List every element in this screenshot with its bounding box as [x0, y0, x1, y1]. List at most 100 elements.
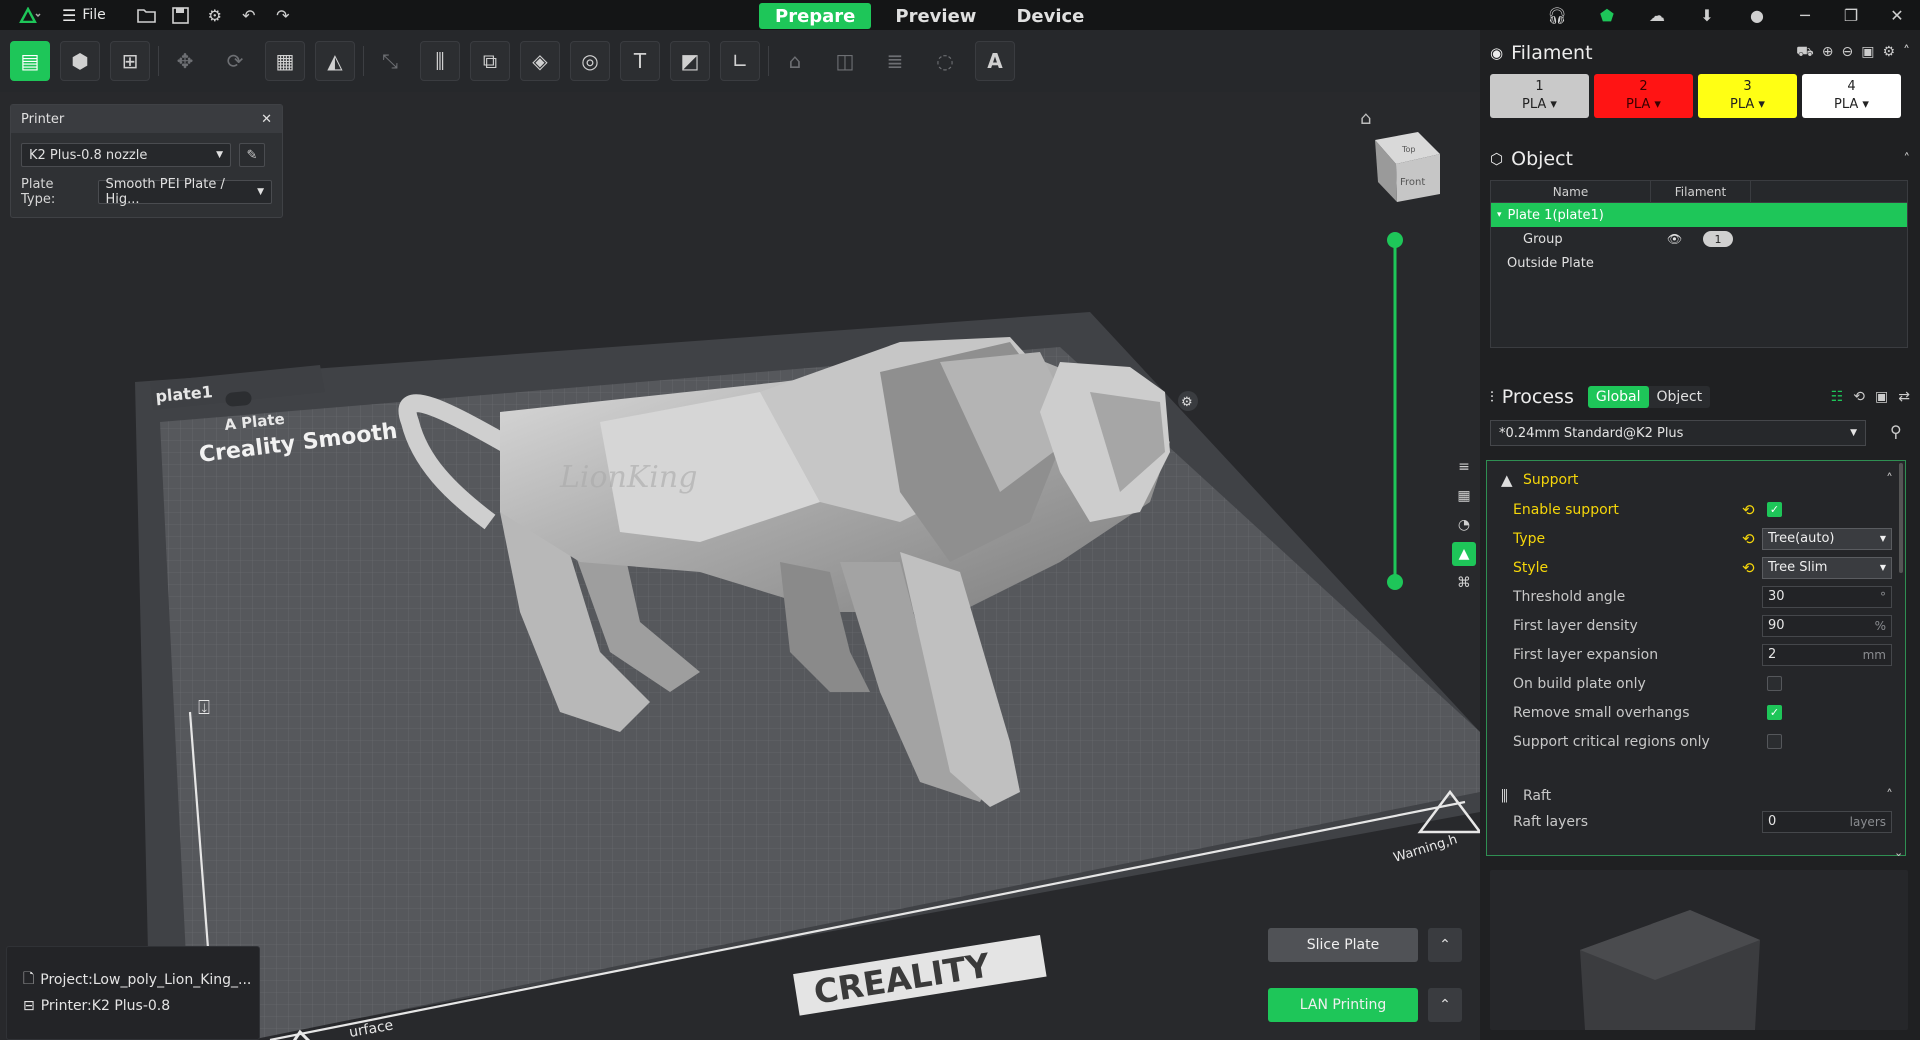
raft-layers-input[interactable]: 0 layers — [1762, 810, 1892, 833]
measure-icon[interactable]: ∟ — [720, 41, 760, 81]
tab-prepare[interactable]: Prepare — [759, 3, 872, 29]
view-cube[interactable]: Top Front — [1375, 132, 1440, 202]
boolean-icon[interactable]: ◫ — [825, 41, 865, 81]
setting-checkbox[interactable]: ✓ — [1767, 502, 1782, 517]
tab-global[interactable]: Global — [1587, 386, 1649, 408]
advanced-toggle-icon[interactable]: ☷ — [1831, 389, 1844, 405]
share-preset-icon[interactable]: ⇄ — [1898, 389, 1910, 405]
tab-device[interactable]: Device — [1000, 3, 1100, 29]
layers-icon[interactable]: ≡ — [1452, 455, 1476, 479]
tab-preview[interactable]: Preview — [879, 3, 992, 29]
print-options-chevron-icon[interactable]: ⌃ — [1428, 988, 1462, 1022]
restore-window-icon[interactable]: ❐ — [1828, 2, 1874, 28]
scale-icon[interactable]: ⤡ — [370, 41, 410, 81]
layer-slider-top-handle[interactable] — [1387, 232, 1403, 248]
file-menu-button[interactable]: ☰ File — [54, 2, 114, 28]
color-paint-icon[interactable]: ◌ — [925, 41, 965, 81]
headset-support-icon[interactable]: 🎧︎ — [1532, 2, 1582, 28]
lay-on-face-icon[interactable]: ◭ — [315, 41, 355, 81]
collapse-icon[interactable]: ˄ — [1903, 44, 1910, 62]
mirror-icon[interactable]: ⫼ — [420, 41, 460, 81]
undo-icon[interactable]: ↶ — [234, 2, 264, 28]
open-folder-icon[interactable] — [132, 2, 162, 28]
visibility-eye-icon[interactable]: 👁︎ — [1667, 232, 1682, 246]
filament-settings-icon[interactable]: ⚙ — [1882, 44, 1895, 62]
printer-select[interactable]: K2 Plus-0.8 nozzle ▼ — [21, 143, 231, 167]
plate-type-select[interactable]: Smooth PEI Plate / Hig... ▼ — [97, 177, 272, 207]
remove-filament-icon[interactable]: ⊖ — [1841, 44, 1853, 62]
setting-select[interactable]: Tree Slim ▼ — [1762, 556, 1892, 579]
edit-printer-button[interactable]: ✎ — [239, 143, 265, 167]
tab-object[interactable]: Object — [1649, 386, 1711, 408]
expand-arrow-icon[interactable]: ▾ — [1497, 210, 1502, 220]
setting-input[interactable]: 30 ° — [1762, 585, 1892, 608]
setting-select[interactable]: Tree(auto) ▼ — [1762, 527, 1892, 550]
column-filament-header[interactable]: Filament — [1651, 181, 1751, 202]
object-row-plate[interactable]: ▾ Plate 1(plate1) — [1491, 203, 1907, 227]
filament-slot-4[interactable]: 4 PLA ▾ — [1802, 74, 1901, 118]
column-name-header[interactable]: Name — [1491, 181, 1651, 202]
process-preset-select[interactable]: *0.24mm Standard@K2 Plus ▼ — [1490, 420, 1866, 446]
support-group-header[interactable]: ▲ Support ˄ — [1487, 465, 1905, 495]
setting-input[interactable]: 2 mm — [1762, 643, 1892, 666]
object-row-group[interactable]: Group 👁︎ 1 — [1491, 227, 1907, 251]
grid-view-icon[interactable]: ▦ — [1452, 484, 1476, 508]
preview-collapse-icon[interactable]: ⌄ — [1894, 846, 1903, 859]
filament-slot-1[interactable]: 1 PLA ▾ — [1490, 74, 1589, 118]
setting-checkbox[interactable]: ✓ — [1767, 705, 1782, 720]
hollow-icon[interactable]: ◎ — [570, 41, 610, 81]
settings-gear-icon[interactable]: ⚙ — [200, 2, 230, 28]
save-preset-icon[interactable]: ▣ — [1875, 389, 1888, 405]
3d-viewport[interactable]: plate1 A Plate Creality Smooth CREALITY … — [0, 92, 1480, 1040]
compare-icon[interactable]: ⟲ — [1853, 389, 1865, 405]
download-icon[interactable]: ⬇ — [1682, 2, 1732, 28]
setting-input[interactable]: 90% — [1762, 614, 1892, 637]
add-part-icon[interactable]: ⊞ — [110, 41, 150, 81]
support-paint-icon[interactable]: ◩ — [670, 41, 710, 81]
filament-slot-3[interactable]: 3 PLA ▾ — [1698, 74, 1797, 118]
support-view-icon[interactable]: ▲ — [1452, 542, 1476, 566]
arrange-icon[interactable]: ▦ — [265, 41, 305, 81]
redo-icon[interactable]: ↷ — [268, 2, 298, 28]
filament-sync-icon[interactable]: ⛟ — [1796, 44, 1814, 62]
add-plate-icon[interactable]: ▤ — [10, 41, 50, 81]
shield-icon[interactable]: ⬟ — [1582, 2, 1632, 28]
user-account-icon[interactable]: ● — [1732, 2, 1782, 28]
close-window-icon[interactable]: ✕ — [1874, 2, 1920, 28]
reset-value-icon[interactable]: ⟲ — [1742, 530, 1755, 548]
collapse-icon[interactable]: ˄ — [1904, 152, 1911, 167]
assembly-text-icon[interactable]: A — [975, 41, 1015, 81]
close-icon[interactable]: ✕ — [261, 112, 272, 127]
reset-value-icon[interactable]: ⟲ — [1742, 559, 1755, 577]
app-logo-icon[interactable] — [10, 2, 50, 28]
slice-options-chevron-icon[interactable]: ⌃ — [1428, 928, 1462, 962]
reset-value-icon[interactable]: ⟲ — [1742, 501, 1755, 519]
layer-slider-bottom-handle[interactable] — [1387, 574, 1403, 590]
search-icon[interactable]: ⚲ — [1890, 422, 1902, 441]
save-icon[interactable] — [166, 2, 196, 28]
lan-printing-button[interactable]: LAN Printing — [1268, 988, 1418, 1022]
add-filament-icon[interactable]: ⊕ — [1822, 44, 1834, 62]
seam-paint-icon[interactable]: ⌂ — [775, 41, 815, 81]
filament-index-badge[interactable]: 1 — [1703, 231, 1733, 247]
speed-gauge-icon[interactable]: ◔ — [1452, 513, 1476, 537]
object-arrange-icon[interactable]: ⌘ — [1452, 571, 1476, 595]
add-object-icon[interactable]: ⬢ — [60, 41, 100, 81]
collapse-icon[interactable]: ˄ — [1886, 788, 1893, 804]
home-view-icon[interactable]: ⌂ — [1360, 108, 1371, 129]
slice-plate-button[interactable]: Slice Plate — [1268, 928, 1418, 962]
split-icon[interactable]: ⧉ — [470, 41, 510, 81]
setting-checkbox[interactable] — [1767, 734, 1782, 749]
variable-layer-icon[interactable]: ≣ — [875, 41, 915, 81]
orient-icon[interactable]: ✥ — [165, 41, 205, 81]
filament-edit-icon[interactable]: ▣ — [1861, 44, 1874, 62]
filament-slot-2[interactable]: 2 PLA ▾ — [1594, 74, 1693, 118]
setting-checkbox[interactable] — [1767, 676, 1782, 691]
auto-orient-icon[interactable]: ⟳ — [215, 41, 255, 81]
settings-scrollbar[interactable] — [1899, 463, 1903, 573]
cloud-upload-icon[interactable]: ☁ — [1632, 2, 1682, 28]
collapse-icon[interactable]: ˄ — [1886, 472, 1893, 488]
text-emboss-icon[interactable]: T — [620, 41, 660, 81]
cut-icon[interactable]: ◈ — [520, 41, 560, 81]
minimize-window-icon[interactable]: ─ — [1782, 2, 1828, 28]
